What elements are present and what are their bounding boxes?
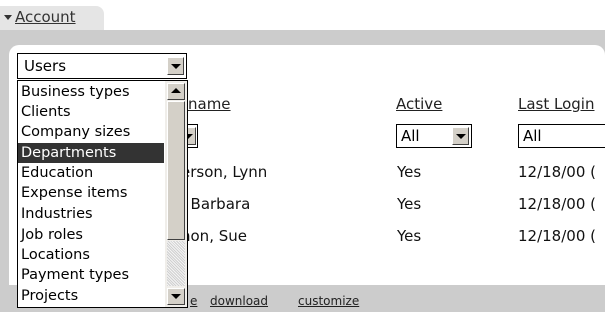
users-select[interactable]: Users [17,53,187,79]
caret-down-icon [4,15,12,20]
row-2-active: Yes [397,195,422,213]
dropdown-option[interactable]: Locations [18,245,164,265]
scrollbar-track[interactable] [167,241,185,286]
footer-partial-link[interactable]: e [190,294,197,308]
dropdown-option-selected[interactable]: Departments [18,143,164,163]
scroll-down-arrow-icon[interactable] [167,288,185,305]
account-tab-label[interactable]: Account [15,8,76,26]
row-2-name[interactable]: , Barbara [181,195,250,213]
row-3-last-login: 12/18/00 ( [518,227,596,245]
dropdown-option[interactable]: Projects [18,286,164,306]
column-header-name[interactable]: name [188,95,231,113]
users-dropdown-list[interactable]: Business types Clients Company sizes Dep… [17,80,188,308]
chevron-down-icon[interactable] [167,57,184,75]
column-header-last-login[interactable]: Last Login [518,95,594,113]
row-1-name[interactable]: erson, Lynn [181,163,267,181]
chevron-down-icon[interactable] [452,127,469,145]
column-header-active[interactable]: Active [396,95,442,113]
row-3-active: Yes [397,227,422,245]
download-link[interactable]: download [210,294,268,308]
dropdown-option[interactable]: Payment types [18,265,164,285]
scroll-up-arrow-icon[interactable] [167,83,185,100]
row-1-last-login: 12/18/00 ( [518,163,596,181]
customize-link[interactable]: customize [298,294,359,308]
dropdown-option[interactable]: Industries [18,204,164,224]
active-filter-select[interactable]: All [396,124,472,148]
dropdown-option[interactable]: Education [18,163,164,183]
scrollbar-thumb[interactable] [167,101,185,240]
last-login-filter-select[interactable]: All [518,124,605,148]
last-login-filter-value: All [523,127,542,145]
dropdown-option[interactable]: Company sizes [18,122,164,142]
dropdown-scrollbar[interactable] [165,81,187,307]
active-filter-value: All [401,127,420,145]
row-2-last-login: 12/18/00 ( [518,195,596,213]
users-select-value: Users [24,57,67,75]
account-tab[interactable]: Account [0,6,104,32]
row-3-name[interactable]: non, Sue [181,227,247,245]
row-1-active: Yes [397,163,422,181]
dropdown-option[interactable]: Clients [18,102,164,122]
dropdown-option[interactable]: Expense items [18,183,164,203]
dropdown-option[interactable]: Job roles [18,225,164,245]
dropdown-option[interactable]: Business types [18,82,164,102]
